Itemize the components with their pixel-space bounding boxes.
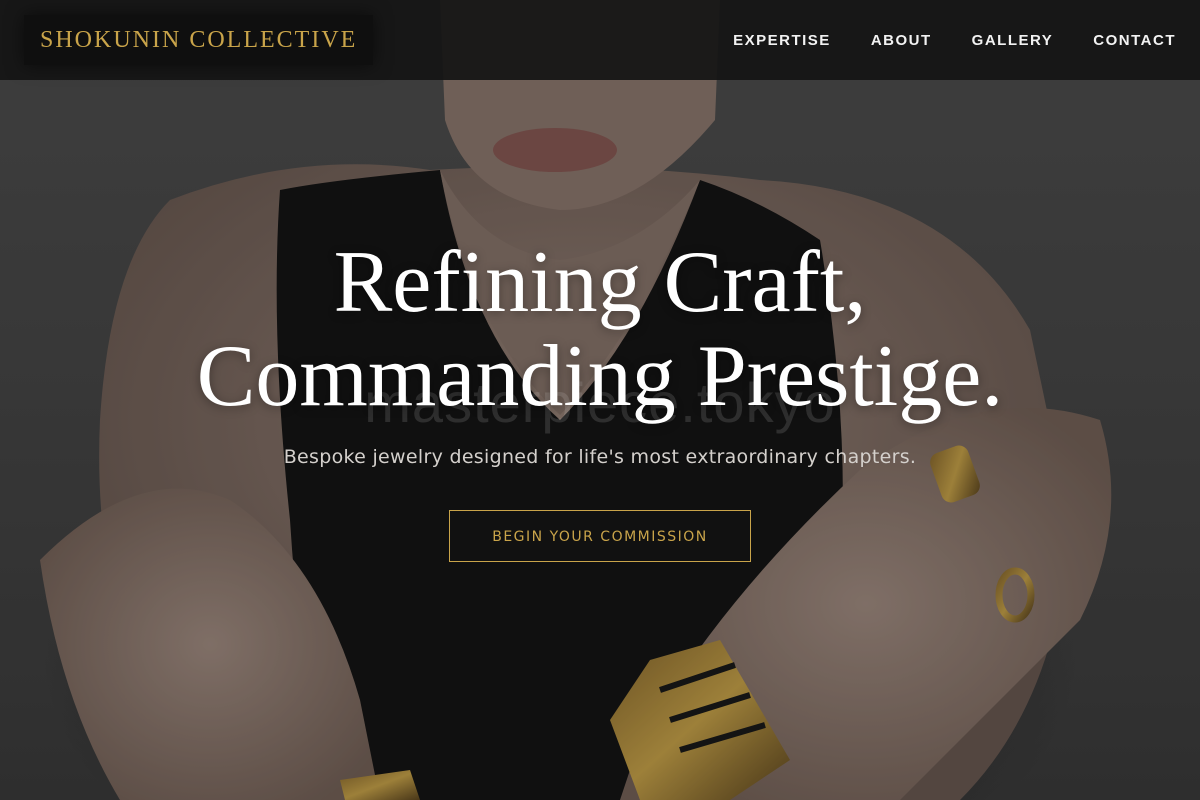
page: masterpiece.tokyo SHOKUNIN COLLECTIVE EX… [0, 0, 1200, 800]
hero-headline: Refining Craft, Commanding Prestige. [0, 236, 1200, 424]
top-navbar: SHOKUNIN COLLECTIVE EXPERTISE ABOUT GALL… [0, 0, 1200, 80]
nav-link-contact[interactable]: CONTACT [1093, 32, 1176, 49]
hero-headline-line-2: Commanding Prestige. [196, 328, 1004, 425]
nav-link-about[interactable]: ABOUT [871, 32, 932, 49]
nav-link-gallery[interactable]: GALLERY [972, 32, 1054, 49]
hero-headline-line-1: Refining Craft, [333, 234, 867, 331]
begin-commission-button[interactable]: BEGIN YOUR COMMISSION [449, 510, 751, 562]
hero-subtitle: Bespoke jewelry designed for life's most… [283, 446, 917, 468]
brand-logo-link[interactable]: SHOKUNIN COLLECTIVE [24, 15, 374, 65]
nav-link-expertise[interactable]: EXPERTISE [733, 32, 831, 49]
main-nav: EXPERTISE ABOUT GALLERY CONTACT [733, 32, 1176, 49]
hero-section: Refining Craft, Commanding Prestige. Bes… [0, 236, 1200, 562]
